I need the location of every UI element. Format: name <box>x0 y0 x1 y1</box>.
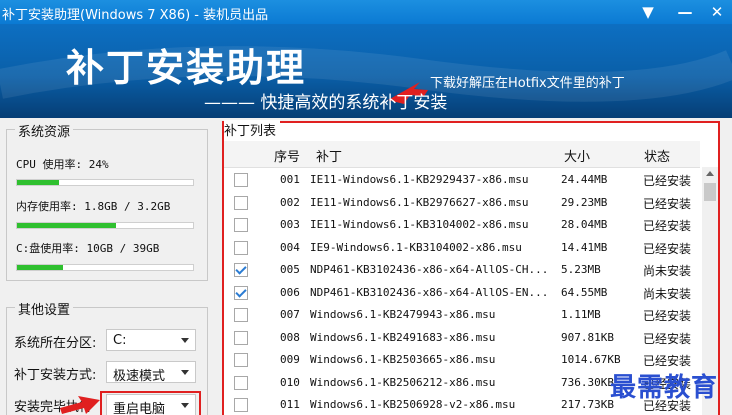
highlight-box <box>100 391 201 415</box>
patch-checkbox[interactable] <box>234 285 248 300</box>
column-header-size[interactable]: 大小 <box>564 146 590 165</box>
patch-checkbox[interactable] <box>234 398 248 412</box>
disk-usage-fill <box>17 265 63 270</box>
patch-status: 已经安装 <box>643 174 692 188</box>
patch-name: IE11-Windows6.1-KB2976627-x86.msu <box>310 195 529 209</box>
patch-status: 尚未安装 <box>643 264 692 278</box>
patch-status: 尚未安装 <box>643 286 692 301</box>
scroll-up-icon[interactable] <box>706 171 714 176</box>
patch-index: 009 <box>280 353 300 366</box>
patch-name: Windows6.1-KB2506928-v2-x86.msu <box>310 398 516 411</box>
table-row[interactable]: 003 IE11-Windows6.1-KB3104002-x86.msu 28.0… <box>224 214 700 237</box>
disk-usage-label: C:盘使用率: 10GB / 39GB <box>16 242 160 255</box>
patch-index: 011 <box>280 398 300 411</box>
memory-usage-bar <box>16 222 194 229</box>
patch-name: Windows6.1-KB2503665-x86.msu <box>310 353 496 366</box>
partition-select[interactable]: C: <box>106 329 196 351</box>
patch-name: Windows6.1-KB2479943-x86.msu <box>310 308 496 321</box>
patch-index: 003 <box>280 218 300 231</box>
install-mode-label: 补丁安装方式: <box>14 368 97 383</box>
patch-index: 005 <box>280 263 300 276</box>
patch-name: IE11-Windows6.1-KB2929437-x86.msu <box>310 173 529 186</box>
scroll-thumb[interactable] <box>704 183 716 201</box>
memory-usage-label: 内存使用率: 1.8GB / 3.2GB <box>16 200 171 213</box>
title-bar: 补丁安装助理(Windows 7 X86) - 装机员出品 ▼ — ✕ <box>0 0 732 24</box>
patch-size: 217.73KB <box>561 398 614 411</box>
menu-dropdown-icon[interactable]: ▼ <box>637 1 659 23</box>
table-row[interactable]: 007 Windows6.1-KB2479943-x86.msu 1.11MB 已经安… <box>224 304 700 327</box>
banner-subtitle: ——— 快捷高效的系统补丁安装 <box>204 93 448 113</box>
patch-name: NDP461-KB3102436-x86-x64-AllOS-EN... <box>310 285 549 299</box>
patch-index: 002 <box>280 195 300 209</box>
patch-index: 007 <box>280 308 300 321</box>
cpu-usage-bar <box>16 179 194 186</box>
patch-index: 010 <box>280 375 300 389</box>
partition-value: C: <box>113 333 127 348</box>
patch-checkbox[interactable] <box>234 173 248 187</box>
patch-name: IE11-Windows6.1-KB3104002-x86.msu <box>310 218 529 231</box>
memory-usage-fill <box>17 223 116 228</box>
patch-size: 14.41MB <box>561 240 608 254</box>
patch-status: 已经安装 <box>643 331 692 346</box>
annotation-text: 下载好解压在Hotfix文件里的补丁 <box>430 76 625 91</box>
patch-index: 001 <box>280 173 300 186</box>
column-header-name[interactable]: 补丁 <box>316 146 342 165</box>
chevron-down-icon <box>181 370 189 375</box>
patch-checkbox[interactable] <box>234 195 248 210</box>
group-title: 系统资源 <box>15 121 74 140</box>
patch-status: 已经安装 <box>643 309 692 323</box>
patch-checkbox[interactable] <box>234 353 248 367</box>
patch-checkbox[interactable] <box>234 218 248 232</box>
column-header-status[interactable]: 状态 <box>644 146 670 165</box>
patch-status: 已经安装 <box>643 241 692 256</box>
patch-list-title: 补丁列表 <box>224 120 281 139</box>
patch-status: 已经安装 <box>643 219 692 233</box>
patch-size: 5.23MB <box>561 263 601 276</box>
patch-size: 1.11MB <box>561 308 601 321</box>
install-mode-select[interactable]: 极速模式 <box>106 361 196 384</box>
watermark: 最需教育 <box>610 373 719 403</box>
close-icon[interactable]: ✕ <box>706 1 728 23</box>
install-mode-value: 极速模式 <box>113 369 166 384</box>
patch-size: 1014.67KB <box>561 353 621 366</box>
patch-checkbox[interactable] <box>234 375 248 390</box>
patch-size: 736.30KB <box>561 375 614 389</box>
table-header: 序号 补丁 大小 状态 <box>224 141 700 168</box>
window-title: 补丁安装助理(Windows 7 X86) - 装机员出品 <box>2 8 269 23</box>
patch-checkbox[interactable] <box>234 263 248 277</box>
patch-size: 28.04MB <box>561 218 608 231</box>
patch-checkbox[interactable] <box>234 308 248 322</box>
partition-label: 系统所在分区: <box>14 336 97 351</box>
cpu-usage-fill <box>17 180 60 185</box>
group-title: 其他设置 <box>15 299 74 318</box>
table-row[interactable]: 008 Windows6.1-KB2491683-x86.msu 907.81KB 已… <box>224 327 700 350</box>
disk-usage-bar <box>16 264 194 271</box>
table-row[interactable]: 005 NDP461-KB3102436-x86-x64-AllOS-CH... 5… <box>224 259 700 282</box>
patch-name: IE9-Windows6.1-KB3104002-x86.msu <box>310 240 522 254</box>
table-row[interactable]: 006 NDP461-KB3102436-x86-x64-AllOS-EN... 6… <box>224 282 700 305</box>
patch-index: 006 <box>280 285 300 299</box>
patch-size: 29.23MB <box>561 195 608 209</box>
patch-name: Windows6.1-KB2491683-x86.msu <box>310 330 496 344</box>
table-row[interactable]: 004 IE9-Windows6.1-KB3104002-x86.msu 14.41… <box>224 237 700 260</box>
patch-size: 64.55MB <box>561 285 608 299</box>
cpu-usage-label: CPU 使用率: 24% <box>16 158 109 171</box>
patch-size: 907.81KB <box>561 330 614 344</box>
arrow-icon <box>60 396 100 414</box>
banner: 补丁安装助理 ——— 快捷高效的系统补丁安装 下载好解压在Hotfix文件里的补… <box>0 24 732 118</box>
chevron-down-icon <box>181 338 189 343</box>
banner-title: 补丁安装助理 <box>66 46 307 90</box>
patch-index: 004 <box>280 240 300 254</box>
column-header-index[interactable]: 序号 <box>274 146 300 165</box>
patch-checkbox[interactable] <box>234 330 248 345</box>
table-row[interactable]: 001 IE11-Windows6.1-KB2929437-x86.msu 24.4… <box>224 169 700 192</box>
table-row[interactable]: 002 IE11-Windows6.1-KB2976627-x86.msu 29.2… <box>224 192 700 215</box>
patch-name: Windows6.1-KB2506212-x86.msu <box>310 375 496 389</box>
minimize-icon[interactable]: — <box>674 1 696 23</box>
patch-index: 008 <box>280 330 300 344</box>
patch-checkbox[interactable] <box>234 240 248 255</box>
patch-status: 已经安装 <box>643 196 692 211</box>
patch-size: 24.44MB <box>561 173 608 186</box>
patch-name: NDP461-KB3102436-x86-x64-AllOS-CH... <box>310 263 549 276</box>
